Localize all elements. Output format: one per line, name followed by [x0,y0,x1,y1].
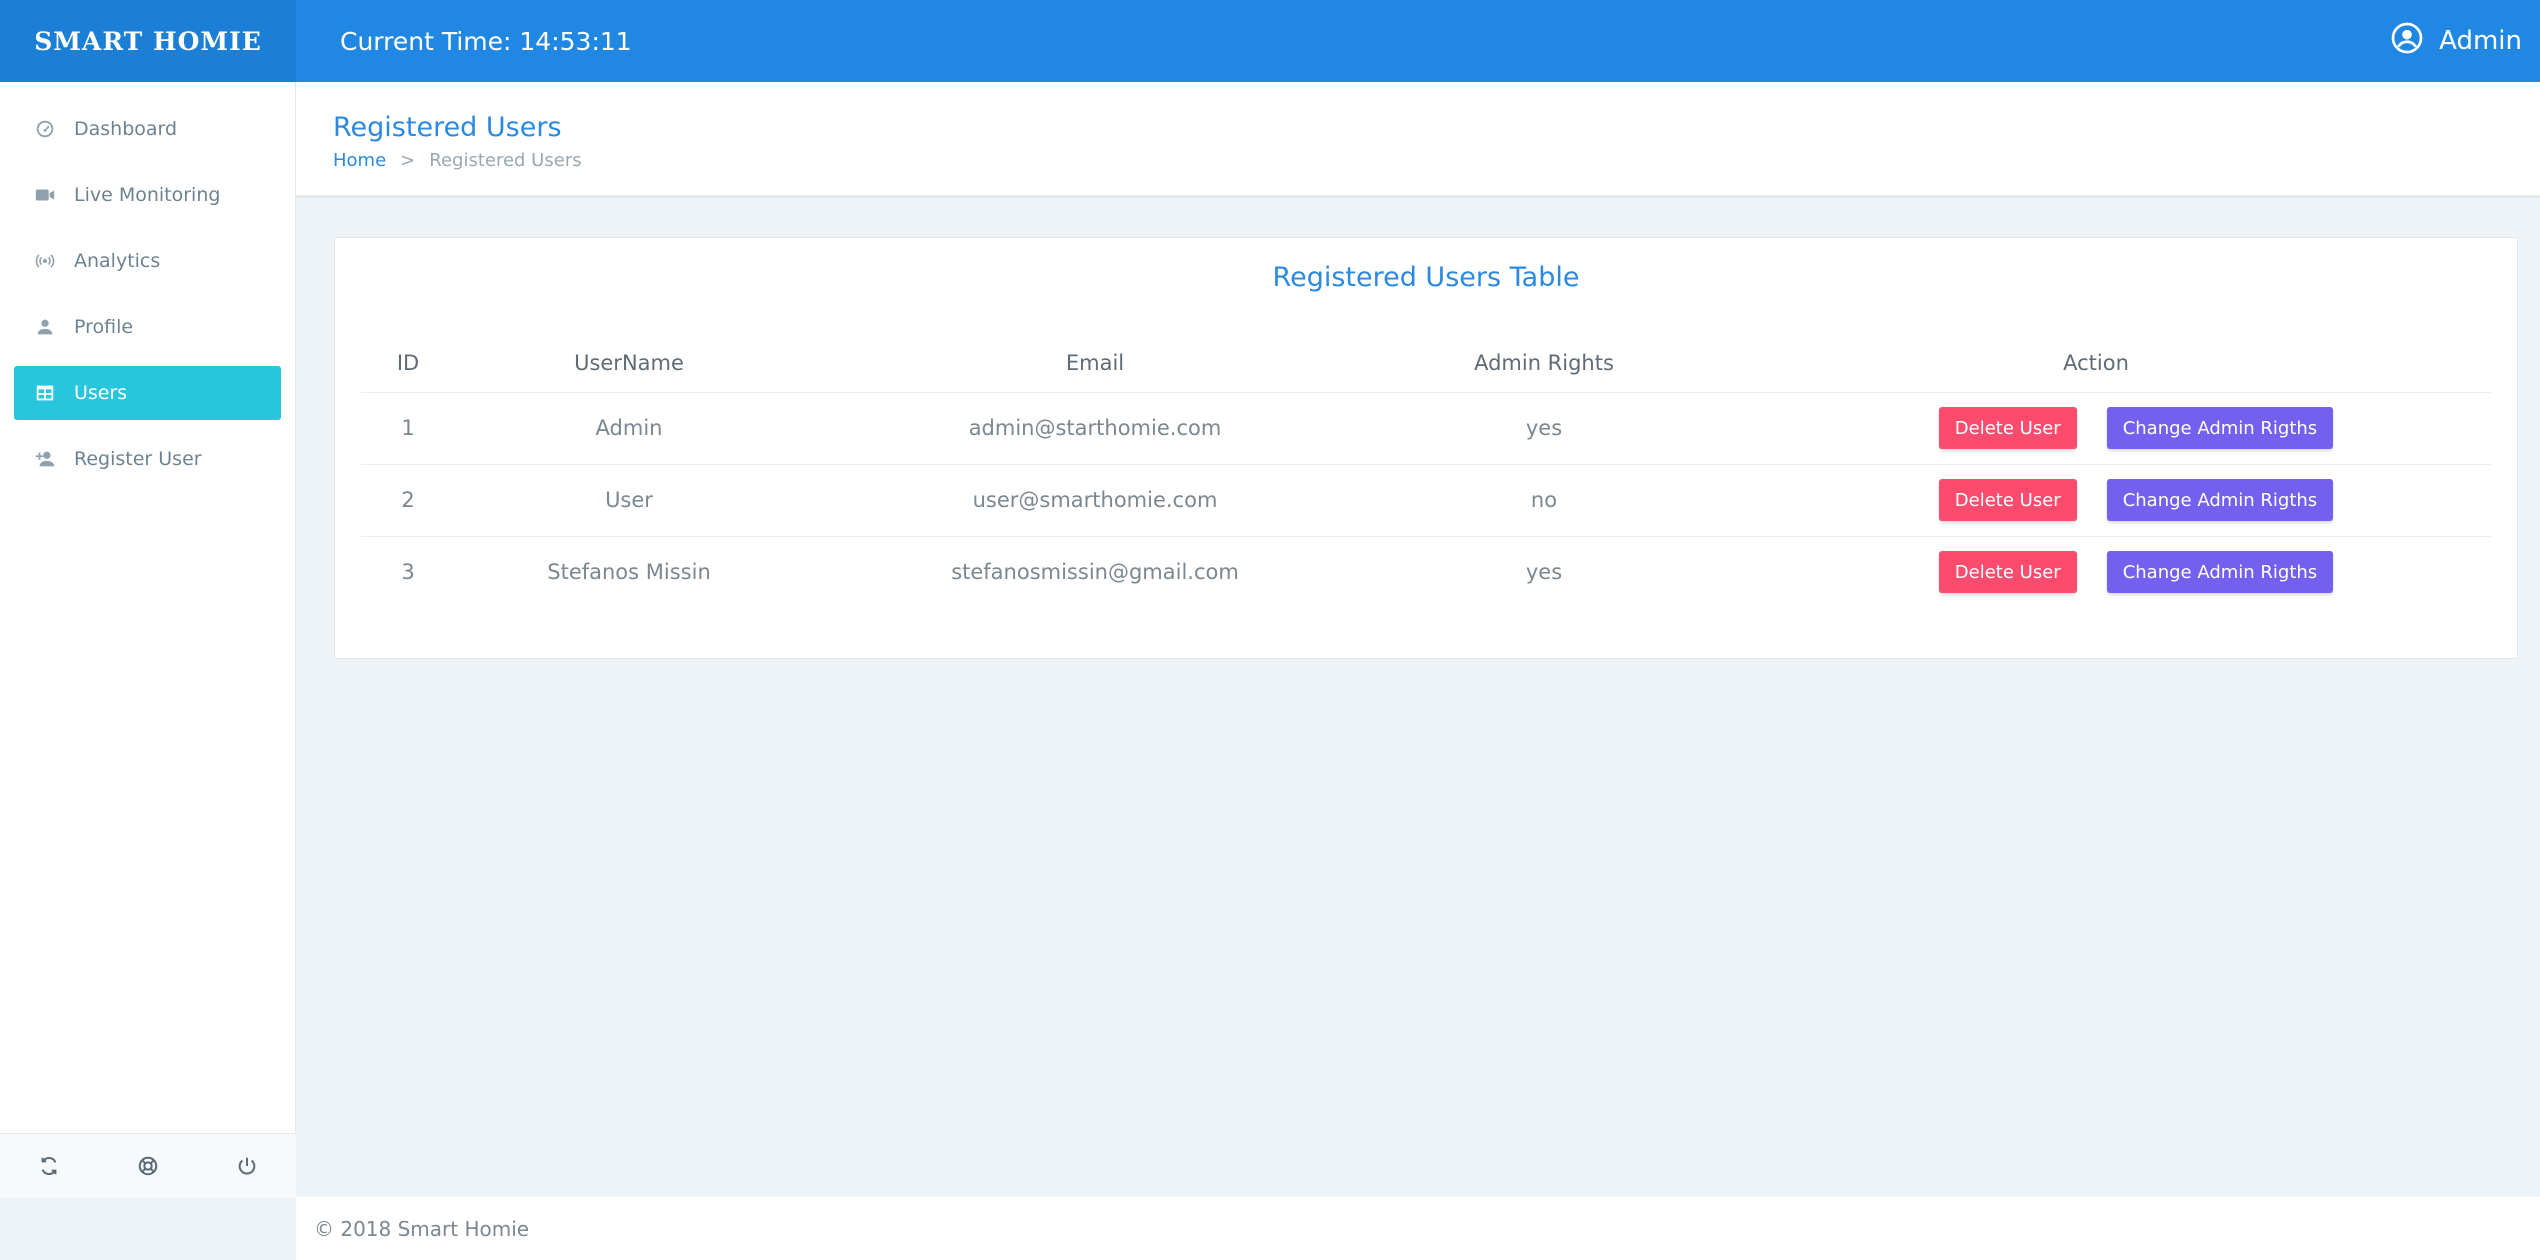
breadcrumb-current: Registered Users [429,150,582,171]
sidebar-item-analytics[interactable]: Analytics [14,234,281,288]
clock-value: 14:53:11 [519,26,632,56]
change-admin-rights-button[interactable]: Change Admin Rigths [2106,551,2334,594]
sidebar-nav: Dashboard Live Monitoring Analytics Prof… [0,82,295,486]
card-title: Registered Users Table [1272,262,1580,293]
column-header-id: ID [361,334,455,393]
page-title: Registered Users [333,112,562,143]
sidebar-item-label: Live Monitoring [74,184,221,206]
cell-id: 2 [361,464,455,537]
sidebar-item-live-monitoring[interactable]: Live Monitoring [14,168,281,222]
delete-user-button[interactable]: Delete User [1938,407,2077,449]
column-header-username: UserName [455,334,803,393]
cell-admin-rights: yes [1387,392,1701,465]
add-user-icon [32,446,58,472]
sidebar-item-dashboard[interactable]: Dashboard [14,102,281,156]
clock-label: Current Time: [340,26,512,56]
refresh-icon[interactable] [34,1151,64,1181]
users-table-card: Registered Users Table ID UserName Email… [334,237,2518,659]
top-bar: SMART HOMIE Current Time: 14:53:11 Admin [0,0,2540,82]
cell-admin-rights: no [1387,464,1701,537]
table-row: 1 Admin admin@starthomie.com yes Delete … [361,392,2491,465]
cell-actions: Delete User Change Admin Rigths [1701,536,2491,608]
table-row: 3 Stefanos Missin stefanosmissin@gmail.c… [361,536,2491,608]
sidebar-item-label: Dashboard [74,118,178,140]
column-header-email: Email [803,334,1387,393]
cell-email: admin@starthomie.com [803,392,1387,465]
breadcrumb-home-link[interactable]: Home [333,150,386,171]
column-header-admin-rights: Admin Rights [1387,334,1701,393]
cell-actions: Delete User Change Admin Rigths [1701,464,2491,537]
sidebar-item-register-user[interactable]: Register User [14,432,281,486]
cell-username: Stefanos Missin [547,560,711,585]
page-footer: © 2018 Smart Homie [296,1197,2540,1260]
sidebar-item-label: Register User [74,448,202,470]
cell-actions: Delete User Change Admin Rigths [1701,392,2491,465]
change-admin-rights-button[interactable]: Change Admin Rigths [2106,479,2334,521]
sidebar-item-label: Analytics [74,250,161,272]
cell-username: User [455,464,803,537]
person-icon [32,314,58,340]
sidebar-footer [0,1133,296,1197]
page-header: Registered Users Home > Registered Users [296,82,2540,198]
delete-user-button[interactable]: Delete User [1938,479,2077,521]
table-header-row: ID UserName Email Admin Rights Action [361,334,2491,393]
breadcrumb-separator: > [400,150,416,171]
cell-admin-rights: yes [1525,560,1563,585]
change-admin-rights-button[interactable]: Change Admin Rigths [2106,407,2334,449]
cell-id: 1 [361,392,455,465]
user-circle-icon [2391,22,2423,61]
table-row: 2 User user@smarthomie.com no Delete Use… [361,464,2491,537]
column-header-action: Action [1701,334,2491,393]
sidebar-item-label: Profile [74,316,134,338]
breadcrumb: Home > Registered Users [333,150,582,171]
cell-email: stefanosmissin@gmail.com [951,560,1239,585]
user-name: Admin [2439,26,2522,56]
cell-username: Admin [455,392,803,465]
users-table: ID UserName Email Admin Rights Action 1 … [361,334,2491,608]
video-camera-icon [32,182,58,208]
broadcast-icon [32,248,58,274]
brand-logo[interactable]: SMART HOMIE [0,0,296,82]
sidebar: Dashboard Live Monitoring Analytics Prof… [0,82,296,1197]
cell-id: 3 [401,560,415,585]
sidebar-item-users[interactable]: Users [14,366,281,420]
sidebar-item-label: Users [74,382,128,404]
copyright-text: © 2018 Smart Homie [314,1216,530,1241]
power-icon[interactable] [232,1151,262,1181]
sidebar-item-profile[interactable]: Profile [14,300,281,354]
dashboard-icon [32,116,58,142]
table-icon [32,380,58,406]
delete-user-button[interactable]: Delete User [1938,551,2077,594]
lifebuoy-icon[interactable] [133,1151,163,1181]
cell-email: user@smarthomie.com [803,464,1387,537]
user-menu[interactable]: Admin [2391,0,2522,82]
current-time: Current Time: 14:53:11 [340,0,632,82]
